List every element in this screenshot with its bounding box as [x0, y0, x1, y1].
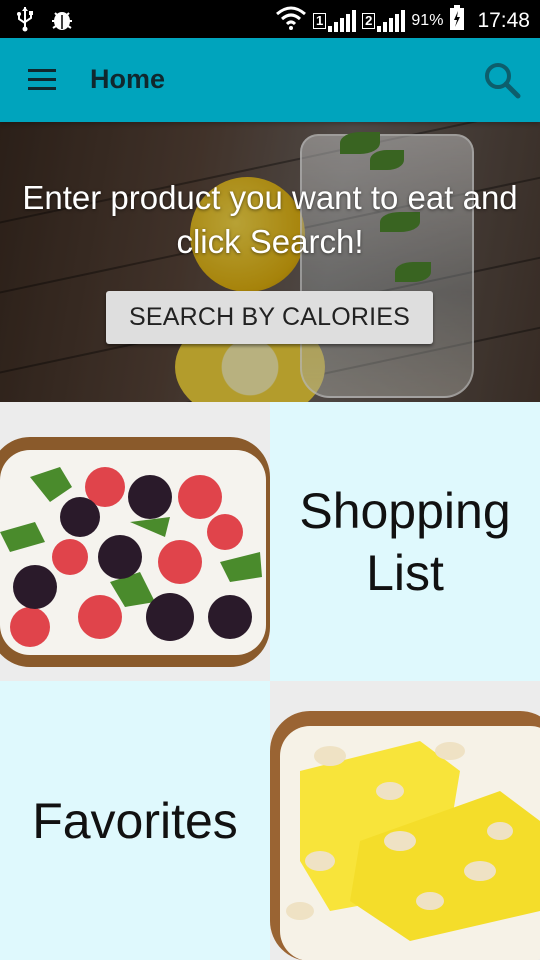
battery-icon: [449, 5, 465, 36]
bug-icon: [50, 7, 74, 36]
search-icon[interactable]: [482, 60, 522, 100]
battery-percent: 91%: [411, 11, 444, 29]
signal-icon: 2: [362, 9, 406, 32]
wifi-icon: [275, 6, 307, 35]
favorites-label: Favorites: [32, 792, 238, 849]
signal-icon: 1: [312, 9, 357, 32]
favorites-tile[interactable]: Favorites: [0, 681, 270, 960]
hero-banner: Enter product you want to eat and click …: [0, 122, 540, 402]
berry-toast-image: [0, 402, 270, 681]
menu-icon[interactable]: [26, 66, 58, 94]
pineapple-toast-image: [270, 681, 540, 960]
page-title: Home: [90, 64, 166, 94]
hero-headline: Enter product you want to eat and click …: [22, 179, 518, 260]
search-by-calories-button[interactable]: SEARCH BY CALORIES: [106, 291, 433, 344]
usb-icon: [16, 6, 34, 37]
app-bar: Home: [0, 38, 540, 122]
shopping-list-label: Shopping List: [299, 482, 511, 601]
status-bar: 1 2 91% 17:48: [0, 0, 540, 38]
clock: 17:48: [477, 8, 530, 32]
shopping-list-tile[interactable]: Shopping List: [270, 402, 540, 681]
